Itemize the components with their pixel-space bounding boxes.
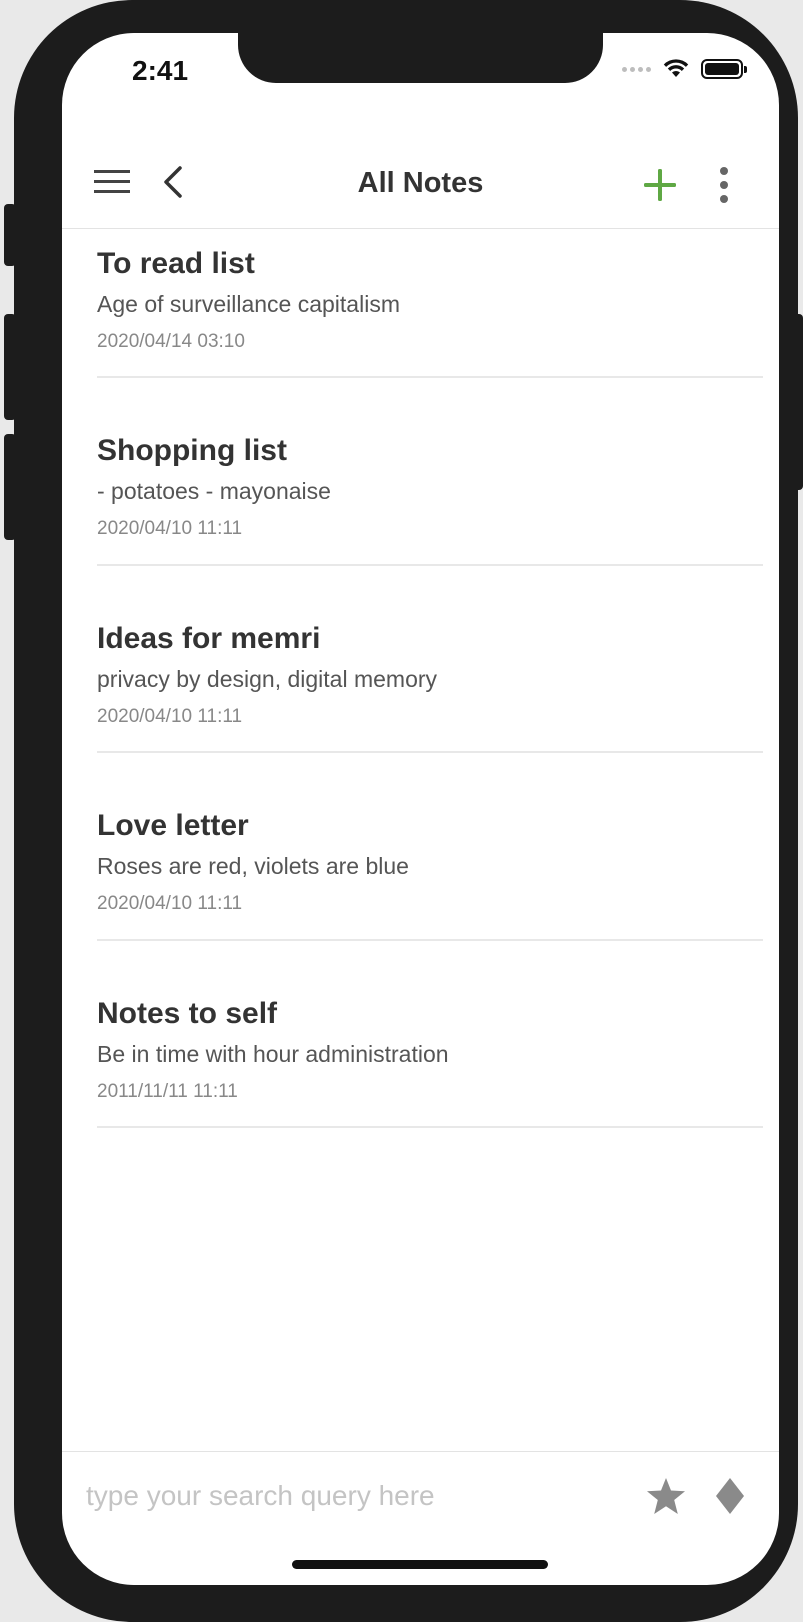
note-preview: Be in time with hour administration xyxy=(97,1040,449,1067)
notch xyxy=(238,33,603,83)
note-preview: Roses are red, violets are blue xyxy=(97,853,409,879)
phone-frame: 2:41 All Notes To read list Age of surve… xyxy=(14,0,798,1622)
search-input[interactable] xyxy=(86,1472,606,1520)
note-list-item[interactable]: To read list Age of surveillance capital… xyxy=(97,230,763,378)
status-icons xyxy=(622,59,747,79)
note-preview: - potatoes - mayonaise xyxy=(97,478,331,504)
home-indicator xyxy=(292,1560,548,1569)
wifi-icon xyxy=(663,59,689,77)
note-title: Ideas for memri xyxy=(97,621,321,655)
note-preview: privacy by design, digital memory xyxy=(97,665,438,692)
navigation-bar: All Notes xyxy=(62,133,779,229)
note-date: 2020/04/10 11:11 xyxy=(97,705,243,727)
notes-list: To read list Age of surveillance capital… xyxy=(62,230,779,1128)
note-title: Shopping list xyxy=(97,434,287,467)
note-date: 2020/04/10 11:11 xyxy=(97,518,243,539)
note-date: 2020/04/10 11:11 xyxy=(97,893,243,914)
note-list-item[interactable]: Love letter Roses are red, violets are b… xyxy=(97,753,763,941)
note-date: 2011/11/11 11:11 xyxy=(97,1080,238,1102)
battery-icon xyxy=(701,59,747,79)
diamond-icon[interactable] xyxy=(712,1474,748,1518)
vertical-ellipsis-icon[interactable] xyxy=(712,165,736,205)
status-time: 2:41 xyxy=(132,55,189,86)
note-title: Love letter xyxy=(97,809,249,842)
note-preview: Age of surveillance capitalism xyxy=(97,291,400,317)
note-list-item[interactable]: Ideas for memri privacy by design, digit… xyxy=(97,566,763,753)
note-date: 2020/04/14 03:10 xyxy=(97,331,245,352)
note-list-item[interactable]: Shopping list - potatoes - mayonaise 202… xyxy=(97,378,763,566)
star-icon[interactable] xyxy=(644,1474,688,1518)
search-bar xyxy=(62,1451,779,1541)
note-list-item[interactable]: Notes to self Be in time with hour admin… xyxy=(97,941,763,1128)
screen: 2:41 All Notes To read list Age of surve… xyxy=(62,33,779,1585)
plus-icon[interactable] xyxy=(640,165,680,205)
note-title: To read list xyxy=(97,247,255,280)
cellular-signal-icon xyxy=(622,66,651,72)
note-title: Notes to self xyxy=(97,996,278,1030)
